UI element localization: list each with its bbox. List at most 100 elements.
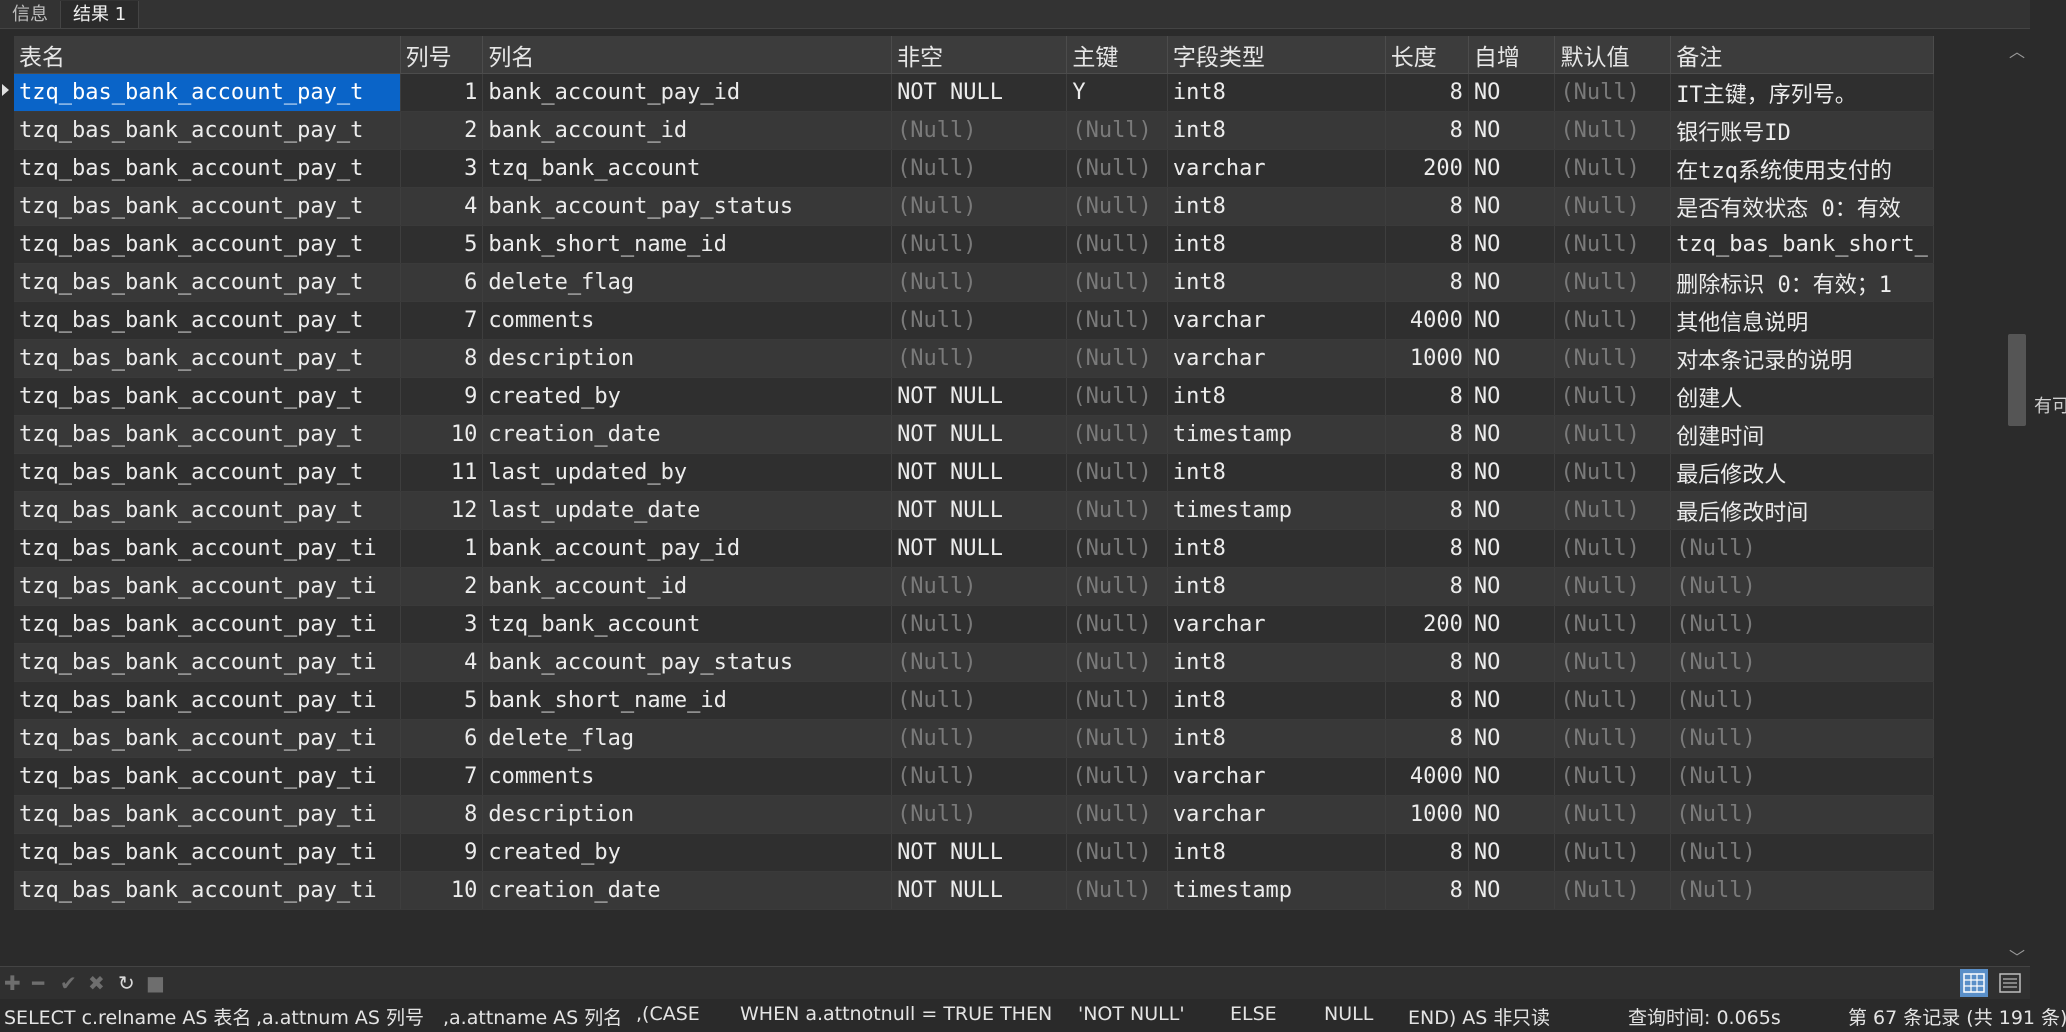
table-cell[interactable]: tzq_bas_bank_account_pay_t [14,263,401,302]
table-cell[interactable]: (Null) [1066,149,1168,188]
table-cell[interactable]: (Null) [1554,871,1672,910]
table-cell[interactable]: last_updated_by [482,453,893,492]
table-cell[interactable]: tzq_bank_account [482,149,893,188]
table-cell[interactable]: NO [1468,111,1556,150]
table-cell[interactable]: (Null) [1066,795,1168,834]
table-cell[interactable]: 8 [1385,491,1469,530]
table-cell[interactable]: (Null) [891,263,1068,302]
table-cell[interactable]: (Null) [1554,643,1672,682]
table-cell[interactable]: comments [482,301,893,340]
table-cell[interactable]: (Null) [891,149,1068,188]
table-cell[interactable]: 对本条记录的说明 [1670,339,1934,378]
table-row[interactable]: tzq_bas_bank_account_pay_ti 5 bank_short_n… [14,681,1934,720]
table-cell[interactable]: int8 [1167,377,1386,416]
down-arrow-icon[interactable]: ﹀ [2008,944,2026,967]
table-cell[interactable]: bank_account_pay_status [482,643,893,682]
table-cell[interactable]: (Null) [1066,301,1168,340]
table-cell[interactable]: bank_short_name_id [482,681,893,720]
table-cell[interactable]: (Null) [1066,377,1168,416]
table-cell[interactable]: creation_date [482,415,893,454]
table-cell[interactable]: NOT NULL [891,529,1068,568]
table-cell[interactable]: (Null) [1670,529,1934,568]
table-cell[interactable]: (Null) [1670,833,1934,872]
table-row[interactable]: tzq_bas_bank_account_pay_t 3 tzq_bank_acco… [14,149,1934,188]
table-cell[interactable]: (Null) [1554,415,1672,454]
table-cell[interactable]: 8 [1385,415,1469,454]
table-cell[interactable]: timestamp [1167,415,1386,454]
column-header[interactable]: 自增 [1468,36,1556,74]
table-cell[interactable]: (Null) [1670,643,1934,682]
table-row[interactable]: tzq_bas_bank_account_pay_ti 2 bank_account… [14,567,1934,606]
column-header[interactable]: 列名 [482,36,893,74]
table-cell[interactable]: NO [1468,453,1556,492]
table-cell[interactable]: (Null) [891,795,1068,834]
table-cell[interactable]: NO [1468,567,1556,606]
table-cell[interactable]: tzq_bas_bank_account_pay_t [14,225,401,264]
table-cell[interactable]: int8 [1167,453,1386,492]
table-cell[interactable]: (Null) [1066,605,1168,644]
table-cell[interactable]: 8 [1385,453,1469,492]
up-arrow-icon[interactable]: ︿ [2008,38,2026,61]
table-cell[interactable]: NOT NULL [891,415,1068,454]
table-cell[interactable]: 8 [1385,111,1469,150]
table-cell[interactable]: 200 [1385,605,1469,644]
check-icon[interactable]: ✔ [60,971,77,995]
tab-info[interactable]: 信息 [0,1,61,28]
table-cell[interactable]: tzq_bas_bank_account_pay_ti [14,643,401,682]
table-cell[interactable]: delete_flag [482,719,893,758]
table-cell[interactable]: int8 [1167,225,1386,264]
table-cell[interactable]: tzq_bas_bank_account_pay_t [14,453,401,492]
table-cell[interactable]: (Null) [1554,681,1672,720]
table-cell[interactable]: 1 [400,529,484,568]
table-cell[interactable]: (Null) [1670,567,1934,606]
table-cell[interactable]: 9 [400,377,484,416]
table-cell[interactable]: tzq_bas_bank_account_pay_ti [14,567,401,606]
tab-result-1[interactable]: 结果 1 [61,1,140,28]
table-cell[interactable]: tzq_bas_bank_account_pay_t [14,111,401,150]
table-cell[interactable]: 创建人 [1670,377,1934,416]
table-cell[interactable]: bank_account_id [482,111,893,150]
column-header[interactable]: 备注 [1670,36,1934,74]
table-cell[interactable]: (Null) [1554,187,1672,226]
table-cell[interactable]: int8 [1167,681,1386,720]
table-cell[interactable]: (Null) [1066,415,1168,454]
table-cell[interactable]: NOT NULL [891,491,1068,530]
table-cell[interactable]: (Null) [1670,795,1934,834]
table-row[interactable]: tzq_bas_bank_account_pay_ti 4 bank_account… [14,643,1934,682]
table-cell[interactable]: int8 [1167,529,1386,568]
table-cell[interactable]: 8 [1385,871,1469,910]
table-cell[interactable]: 8 [1385,643,1469,682]
table-cell[interactable]: delete_flag [482,263,893,302]
table-cell[interactable]: (Null) [1554,149,1672,188]
table-cell[interactable]: (Null) [1554,73,1672,112]
table-cell[interactable]: creation_date [482,871,893,910]
table-cell[interactable]: (Null) [1670,871,1934,910]
table-row[interactable]: tzq_bas_bank_account_pay_t 10 creation_dat… [14,415,1934,454]
table-cell[interactable]: tzq_bas_bank_account_pay_ti [14,681,401,720]
column-header[interactable]: 表名 [14,36,401,74]
table-cell[interactable]: (Null) [1066,681,1168,720]
table-row[interactable]: tzq_bas_bank_account_pay_t 11 last_updated… [14,453,1934,492]
table-cell[interactable]: (Null) [1066,529,1168,568]
table-cell[interactable]: 8 [1385,263,1469,302]
stop-icon[interactable]: ■ [146,971,165,995]
table-cell[interactable]: (Null) [1554,377,1672,416]
table-cell[interactable]: (Null) [891,339,1068,378]
table-cell[interactable]: comments [482,757,893,796]
table-cell[interactable]: (Null) [891,111,1068,150]
table-cell[interactable]: 8 [1385,73,1469,112]
table-cell[interactable]: NOT NULL [891,871,1068,910]
column-header[interactable]: 默认值 [1554,36,1672,74]
table-cell[interactable]: (Null) [1066,719,1168,758]
column-header[interactable]: 列号 [400,36,484,74]
table-cell[interactable]: (Null) [1554,225,1672,264]
table-cell[interactable]: 4 [400,643,484,682]
table-row[interactable]: tzq_bas_bank_account_pay_t 5 bank_short_na… [14,225,1934,264]
table-cell[interactable]: tzq_bas_bank_account_pay_ti [14,719,401,758]
table-cell[interactable]: varchar [1167,301,1386,340]
table-cell[interactable]: NOT NULL [891,453,1068,492]
table-cell[interactable]: created_by [482,833,893,872]
table-row[interactable]: tzq_bas_bank_account_pay_ti 1 bank_account… [14,529,1934,568]
table-cell[interactable]: 10 [400,415,484,454]
table-row[interactable]: tzq_bas_bank_account_pay_ti 9 created_by NO… [14,833,1934,872]
